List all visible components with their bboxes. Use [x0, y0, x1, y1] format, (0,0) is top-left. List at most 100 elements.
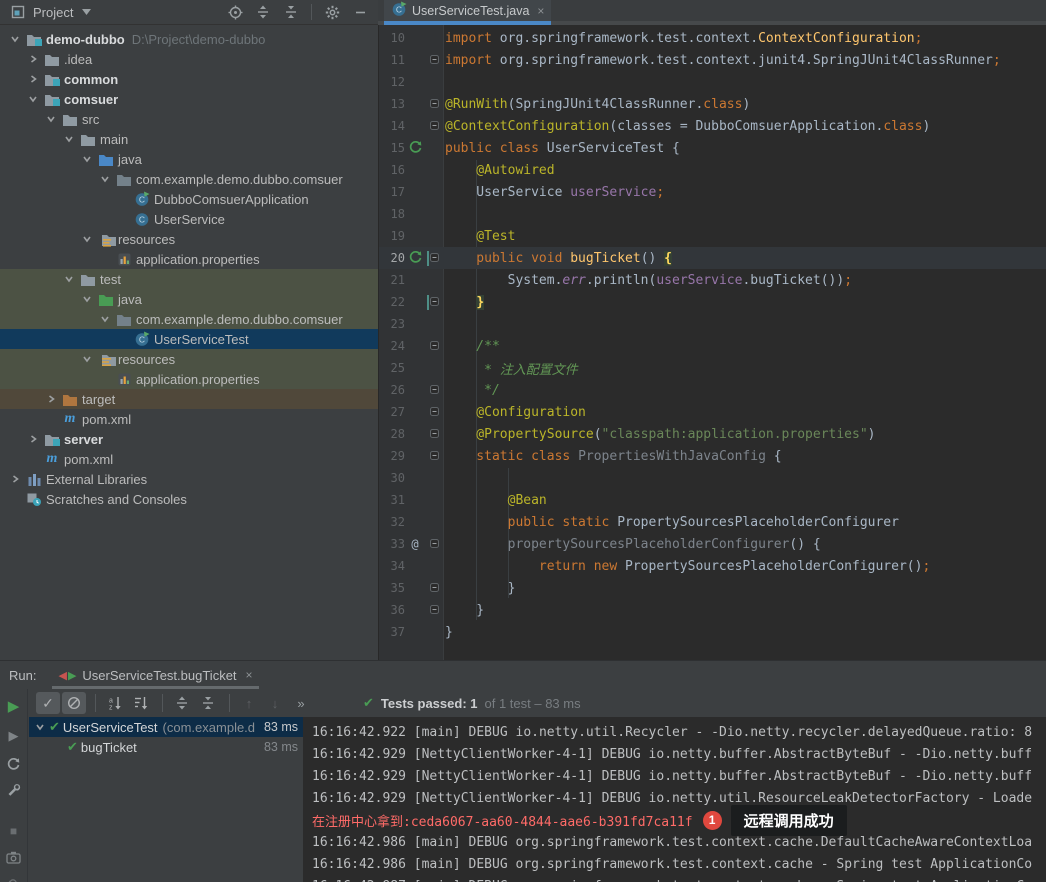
code-line-23[interactable]: 23	[379, 313, 1046, 335]
tree-item-target[interactable]: target	[0, 389, 378, 409]
stop-icon[interactable]: ■	[5, 824, 23, 838]
code-line-14[interactable]: 14@ContextConfiguration(classes = DubboC…	[379, 115, 1046, 137]
chevron-right-icon[interactable]	[24, 51, 42, 67]
code-line-37[interactable]: 37}	[379, 621, 1046, 643]
code-line-17[interactable]: 17 UserService userService;	[379, 181, 1046, 203]
test-row-bugticket[interactable]: ✔bugTicket83 ms	[29, 737, 303, 757]
tree-item-application-properties[interactable]: application.properties	[0, 369, 378, 389]
chevron-down-icon[interactable]	[24, 91, 42, 107]
chevron-down-icon[interactable]	[96, 311, 114, 327]
code-line-35[interactable]: 35 }	[379, 577, 1046, 599]
bean-icon[interactable]: @	[411, 537, 418, 552]
sort-alpha-button[interactable]: az	[103, 692, 127, 714]
tree-item-resources[interactable]: resources	[0, 349, 378, 369]
code-line-30[interactable]: 30	[379, 467, 1046, 489]
next-failed-button[interactable]: ↓	[263, 692, 287, 714]
fold-marker-icon[interactable]	[430, 383, 439, 398]
project-tree[interactable]: demo-dubboD:\Project\demo-dubbo.ideacomm…	[0, 25, 378, 660]
collapse-all-icon[interactable]	[283, 4, 299, 20]
rerun-icon[interactable]: ▶	[5, 697, 23, 715]
fold-marker-icon[interactable]	[430, 405, 439, 420]
code-line-29[interactable]: 29 static class PropertiesWithJavaConfig…	[379, 445, 1046, 467]
show-ignored-button[interactable]	[62, 692, 86, 714]
test-result-tree[interactable]: ✔UserServiceTest(com.example.d83 ms✔bugT…	[29, 717, 303, 882]
tree-item-external-libraries[interactable]: External Libraries	[0, 469, 378, 489]
code-line-36[interactable]: 36 }	[379, 599, 1046, 621]
close-icon[interactable]: ×	[246, 668, 253, 682]
tree-item-userservice[interactable]: CUserService	[0, 209, 378, 229]
fold-marker-icon[interactable]	[430, 449, 439, 464]
editor-tab-userservicetest[interactable]: C UserServiceTest.java ×	[384, 0, 551, 21]
code-line-11[interactable]: 11import org.springframework.test.contex…	[379, 49, 1046, 71]
sort-duration-button[interactable]	[129, 692, 153, 714]
chevron-down-icon[interactable]	[42, 111, 60, 127]
code-line-26[interactable]: 26 */	[379, 379, 1046, 401]
tree-item-pom-xml[interactable]: mpom.xml	[0, 409, 378, 429]
run-test-icon[interactable]	[409, 250, 422, 267]
code-line-20[interactable]: 20 public void bugTicket() {	[379, 247, 1046, 269]
code-line-12[interactable]: 12	[379, 71, 1046, 93]
chevron-down-icon[interactable]	[60, 271, 78, 287]
chevron-down-icon[interactable]	[78, 151, 96, 167]
tree-item-comsuer[interactable]: comsuer	[0, 89, 378, 109]
tree-item-application-properties[interactable]: application.properties	[0, 249, 378, 269]
locate-icon[interactable]	[227, 4, 243, 20]
run-console[interactable]: 16:16:42.922 [main] DEBUG io.netty.util.…	[303, 717, 1046, 882]
fold-marker-icon[interactable]	[430, 53, 439, 68]
close-icon[interactable]: ×	[537, 4, 544, 18]
code-line-21[interactable]: 21 System.err.println(userService.bugTic…	[379, 269, 1046, 291]
show-passed-button[interactable]: ✓	[36, 692, 60, 714]
tree-item-server[interactable]: server	[0, 429, 378, 449]
code-line-16[interactable]: 16 @Autowired	[379, 159, 1046, 181]
test-settings-icon[interactable]	[5, 783, 23, 798]
test-row-userservicetest[interactable]: ✔UserServiceTest(com.example.d83 ms	[29, 717, 303, 737]
tree-item-com-example-demo-dubbo-comsuer[interactable]: com.example.demo.dubbo.comsuer	[0, 169, 378, 189]
code-line-27[interactable]: 27 @Configuration	[379, 401, 1046, 423]
fold-marker-icon[interactable]	[430, 537, 439, 552]
more-chevrons-button[interactable]: »	[289, 692, 313, 714]
fold-marker-icon[interactable]	[430, 119, 439, 134]
hide-icon[interactable]	[352, 4, 368, 20]
fold-marker-icon[interactable]	[430, 295, 439, 310]
tree-item-demo-dubbo[interactable]: demo-dubboD:\Project\demo-dubbo	[0, 29, 378, 49]
fold-marker-icon[interactable]	[430, 339, 439, 354]
expand-all-button[interactable]	[170, 692, 194, 714]
fold-marker-icon[interactable]	[430, 251, 439, 266]
chevron-down-icon[interactable]	[6, 31, 24, 47]
fold-marker-icon[interactable]	[430, 581, 439, 596]
code-line-34[interactable]: 34 return new PropertySourcesPlaceholder…	[379, 555, 1046, 577]
chevron-down-icon[interactable]	[78, 4, 94, 20]
tree-item-userservicetest[interactable]: CUserServiceTest	[0, 329, 378, 349]
code-line-31[interactable]: 31 @Bean	[379, 489, 1046, 511]
tree-item-com-example-demo-dubbo-comsuer[interactable]: com.example.demo.dubbo.comsuer	[0, 309, 378, 329]
tree-item-java[interactable]: java	[0, 289, 378, 309]
fold-marker-icon[interactable]	[430, 603, 439, 618]
code-line-22[interactable]: 22 }	[379, 291, 1046, 313]
project-panel-title[interactable]: Project	[33, 5, 73, 20]
code-line-24[interactable]: 24 /**	[379, 335, 1046, 357]
code-line-10[interactable]: 10import org.springframework.test.contex…	[379, 27, 1046, 49]
settings-icon[interactable]	[324, 4, 340, 20]
tree-item-src[interactable]: src	[0, 109, 378, 129]
run-test-icon[interactable]	[409, 140, 422, 157]
tree-item-main[interactable]: main	[0, 129, 378, 149]
tree-item-test[interactable]: test	[0, 269, 378, 289]
code-line-13[interactable]: 13@RunWith(SpringJUnit4ClassRunner.class…	[379, 93, 1046, 115]
chevron-right-icon[interactable]	[24, 431, 42, 447]
chevron-right-icon[interactable]	[24, 71, 42, 87]
tree-item--idea[interactable]: .idea	[0, 49, 378, 69]
run-tab-bugticket[interactable]: ◀▶ UserServiceTest.bugTicket ×	[52, 661, 258, 689]
code-line-32[interactable]: 32 public static PropertySourcesPlacehol…	[379, 511, 1046, 533]
code-line-33[interactable]: 33@ propertySourcesPlaceholderConfigurer…	[379, 533, 1046, 555]
tree-item-common[interactable]: common	[0, 69, 378, 89]
tree-item-scratches-and-consoles[interactable]: Scratches and Consoles	[0, 489, 378, 509]
chevron-down-icon[interactable]	[78, 231, 96, 247]
tree-item-dubbocomsuerapplication[interactable]: CDubboComsuerApplication	[0, 189, 378, 209]
collapse-all-button[interactable]	[196, 692, 220, 714]
code-line-18[interactable]: 18	[379, 203, 1046, 225]
code-line-25[interactable]: 25 * 注入配置文件	[379, 357, 1046, 379]
toggle-auto-test-icon[interactable]	[5, 757, 23, 770]
tree-item-resources[interactable]: resources	[0, 229, 378, 249]
code-editor[interactable]: 10import org.springframework.test.contex…	[379, 25, 1046, 660]
chevron-down-icon[interactable]	[31, 719, 49, 735]
